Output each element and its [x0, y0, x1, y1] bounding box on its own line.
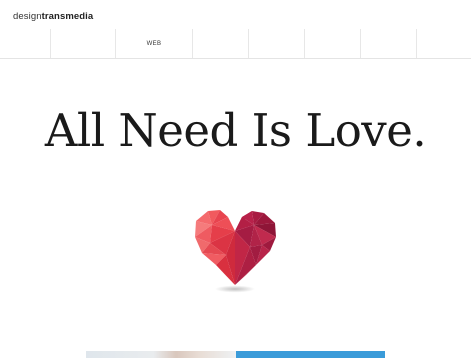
nav-item-5[interactable]: [304, 29, 360, 58]
top-navigation: WEB: [0, 29, 471, 59]
brand-logo[interactable]: designtransmedia: [13, 11, 93, 23]
hero-headline: All Need Is Love.: [44, 104, 427, 157]
nav-item-6[interactable]: [360, 29, 416, 58]
brand-logo-light: design: [13, 11, 42, 22]
nav-item-4[interactable]: [248, 29, 304, 58]
preview-image[interactable]: [86, 351, 236, 358]
nav-item-3[interactable]: [192, 29, 248, 58]
nav-item-7[interactable]: [416, 29, 471, 58]
preview-panel[interactable]: [236, 351, 385, 358]
brand-logo-bold: transmedia: [41, 11, 94, 22]
nav-item-web[interactable]: WEB: [115, 29, 192, 58]
heart-icon: [195, 210, 276, 293]
nav-item-1[interactable]: [50, 29, 115, 58]
